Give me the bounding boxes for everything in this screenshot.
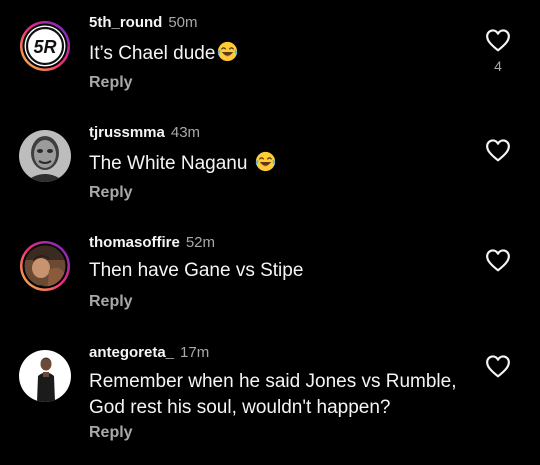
- username[interactable]: tjrussmma: [89, 124, 165, 141]
- comment-item: antegoreta_ 17m Remember when he said Jon…: [0, 330, 540, 465]
- comment-text-content: It’s Chael dude: [89, 43, 216, 64]
- username[interactable]: antegoreta_: [89, 344, 174, 361]
- like-count: 4: [494, 58, 502, 74]
- reply-button[interactable]: Reply: [89, 184, 133, 202]
- comment-meta: tjrussmma 43m: [89, 124, 200, 142]
- timestamp: 43m: [170, 124, 201, 141]
- comment-meta: 5th_round 50m: [89, 14, 198, 32]
- timestamp: 17m: [180, 344, 210, 361]
- reply-button[interactable]: Reply: [89, 74, 133, 92]
- comment-text-line: Remember when he said Jones vs Rumble,: [89, 371, 457, 392]
- comment-item: tjrussmma 43m The White Naganu Reply: [0, 110, 540, 220]
- reply-button[interactable]: Reply: [89, 293, 133, 311]
- comment-text-line: God rest his soul, wouldn't happen?: [89, 397, 391, 418]
- comment-text-content: The White Naganu: [89, 153, 253, 174]
- laughing-tears-emoji-icon: [255, 151, 276, 172]
- heart-icon[interactable]: [485, 354, 511, 378]
- timestamp: 50m: [168, 14, 198, 31]
- comment-item: thomasoffire 52m Then have Gane vs Stipe …: [0, 220, 540, 330]
- user-photo-avatar[interactable]: [19, 350, 71, 402]
- heart-icon[interactable]: [485, 138, 511, 162]
- comment-text: Then have Gane vs Stipe: [89, 260, 304, 281]
- comment-meta: thomasoffire 52m: [89, 234, 215, 252]
- comment-item: 5R 5th_round 50m It’s Chael dude Reply 4: [0, 0, 540, 110]
- user-photo-avatar[interactable]: [19, 130, 71, 182]
- 5th-round-logo-avatar[interactable]: 5R: [19, 20, 71, 72]
- comment-text: The White Naganu: [89, 151, 489, 177]
- reply-button[interactable]: Reply: [89, 424, 133, 442]
- username[interactable]: thomasoffire: [89, 234, 180, 251]
- heart-icon[interactable]: [485, 248, 511, 272]
- heart-icon[interactable]: [485, 28, 511, 52]
- laughing-tears-emoji-icon: [217, 41, 238, 62]
- comment-text: Remember when he said Jones vs Rumble, G…: [89, 369, 489, 421]
- story-ring-avatar[interactable]: [19, 240, 71, 292]
- comment-text: It’s Chael dude: [89, 41, 489, 67]
- timestamp: 52m: [185, 234, 216, 251]
- username[interactable]: 5th_round: [89, 14, 162, 31]
- comment-meta: antegoreta_ 17m: [89, 344, 209, 362]
- avatar-logo-text: 5R: [33, 37, 56, 57]
